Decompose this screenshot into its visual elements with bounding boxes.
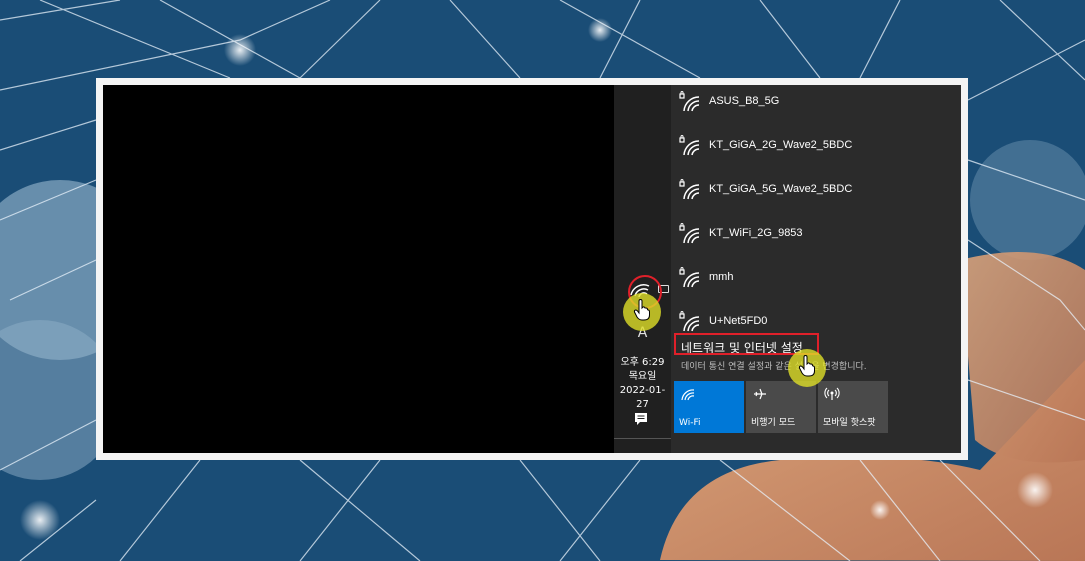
screen: A 오후 6:29 목요일 2022-01-27 ASUS_B8_5G KT_G…	[103, 85, 961, 453]
network-item[interactable]: mmh	[671, 261, 961, 301]
network-name: mmh	[709, 271, 734, 283]
wifi-toggle-tile[interactable]: Wi-Fi	[674, 381, 744, 433]
network-item[interactable]: KT_WiFi_2G_9853	[671, 217, 961, 257]
notification-icon[interactable]	[633, 411, 649, 427]
wifi-secured-icon	[679, 223, 700, 244]
clock-time: 오후 6:29	[620, 357, 665, 368]
network-name: ASUS_B8_5G	[709, 95, 780, 107]
network-name: KT_GiGA_5G_Wave2_5BDC	[709, 183, 853, 195]
clock-date: 2022-01-27	[619, 385, 666, 410]
tile-label: 모바일 핫스팟	[823, 418, 876, 428]
tile-label: 비행기 모드	[751, 418, 796, 428]
network-flyout: ASUS_B8_5G KT_GiGA_2G_Wave2_5BDC KT_GiGA…	[671, 85, 961, 453]
network-name: KT_WiFi_2G_9853	[709, 227, 803, 239]
network-name: U+Net5FD0	[709, 315, 768, 327]
taskbar-divider	[614, 438, 671, 439]
network-item[interactable]: KT_GiGA_2G_Wave2_5BDC	[671, 129, 961, 169]
mobile-hotspot-tile[interactable]: 모바일 핫스팟	[818, 381, 888, 433]
wifi-secured-icon	[679, 91, 700, 112]
wifi-icon	[681, 389, 695, 401]
tile-label: Wi-Fi	[679, 418, 701, 428]
wifi-secured-icon	[679, 135, 700, 156]
hand-cursor-icon	[633, 299, 650, 321]
airplane-mode-tile[interactable]: 비행기 모드	[746, 381, 816, 433]
network-settings-description: 데이터 통신 연결 설정과 같은 설정을 변경합니다.	[681, 362, 867, 372]
clock[interactable]: 오후 6:29 목요일 2022-01-27	[614, 356, 671, 412]
wifi-secured-icon	[679, 267, 700, 288]
cursor-highlight	[623, 293, 661, 331]
clock-day: 목요일	[628, 371, 657, 382]
network-item[interactable]: ASUS_B8_5G	[671, 85, 961, 125]
network-name: KT_GiGA_2G_Wave2_5BDC	[709, 139, 853, 151]
hotspot-icon	[824, 387, 840, 400]
taskbar: A 오후 6:29 목요일 2022-01-27	[614, 85, 671, 453]
hand-cursor-icon	[798, 355, 815, 377]
screenshot-frame: A 오후 6:29 목요일 2022-01-27 ASUS_B8_5G KT_G…	[96, 78, 968, 460]
network-item[interactable]: KT_GiGA_5G_Wave2_5BDC	[671, 173, 961, 213]
wifi-secured-icon	[679, 311, 700, 332]
airplane-icon	[754, 388, 766, 400]
wifi-secured-icon	[679, 179, 700, 200]
cursor-highlight	[788, 349, 826, 387]
